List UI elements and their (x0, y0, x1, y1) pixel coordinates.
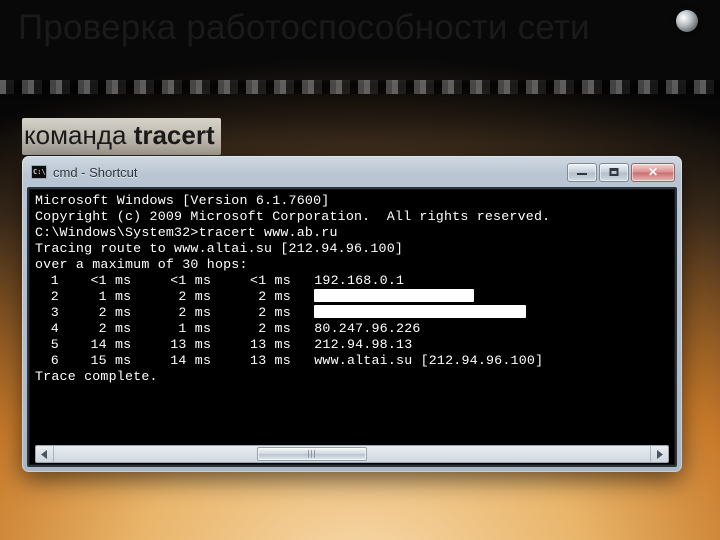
hop-destination: 212.94.98.13 (314, 337, 412, 352)
scrollbar-thumb[interactable] (257, 447, 367, 461)
cmd-icon (31, 165, 47, 179)
hop-destination-redacted (314, 289, 474, 304)
hop-row: 615 ms14 ms13 mswww.altai.su [212.94.96.… (35, 353, 669, 369)
terminal-line: Copyright (c) 2009 Microsoft Corporation… (35, 209, 669, 225)
hop-row: 1<1 ms<1 ms<1 ms192.168.0.1 (35, 273, 669, 289)
subtitle-command: tracert (134, 120, 215, 150)
scrollbar-track[interactable] (54, 446, 650, 462)
slide-subtitle: команда tracert (22, 118, 221, 155)
subtitle-prefix: команда (24, 120, 134, 150)
terminal-line: Microsoft Windows [Version 6.1.7600] (35, 193, 669, 209)
scroll-right-arrow-icon[interactable] (650, 446, 668, 462)
scroll-left-arrow-icon[interactable] (36, 446, 54, 462)
cmd-window: cmd - Shortcut ✕ Microsoft Windows [Vers… (22, 156, 682, 472)
hop-row: 21 ms2 ms2 ms (35, 289, 669, 305)
terminal-frame: Microsoft Windows [Version 6.1.7600]Copy… (27, 187, 677, 467)
hop-destination: 80.247.96.226 (314, 321, 420, 336)
hop-destination: 192.168.0.1 (314, 273, 404, 288)
slide-title: Проверка работоспособности сети (18, 8, 590, 48)
hop-destination-redacted (314, 305, 526, 320)
terminal-line: Trace complete. (35, 369, 669, 385)
titlebar[interactable]: cmd - Shortcut ✕ (27, 161, 677, 187)
terminal-line: C:\Windows\System32>tracert www.ab.ru (35, 225, 669, 241)
hop-destination: www.altai.su [212.94.96.100] (314, 353, 543, 368)
slide-bullet-icon (676, 10, 698, 32)
terminal-line: Tracing route to www.altai.su [212.94.96… (35, 241, 669, 257)
maximize-button[interactable] (599, 163, 629, 182)
terminal-output[interactable]: Microsoft Windows [Version 6.1.7600]Copy… (35, 193, 669, 443)
minimize-button[interactable] (567, 163, 597, 182)
window-controls: ✕ (567, 163, 675, 182)
hop-row: 32 ms2 ms2 ms (35, 305, 669, 321)
horizontal-scrollbar[interactable] (35, 445, 669, 463)
close-button[interactable]: ✕ (631, 163, 675, 182)
terminal-line: over a maximum of 30 hops: (35, 257, 669, 273)
hop-row: 514 ms13 ms13 ms212.94.98.13 (35, 337, 669, 353)
hop-row: 42 ms1 ms2 ms80.247.96.226 (35, 321, 669, 337)
window-title: cmd - Shortcut (53, 165, 561, 180)
